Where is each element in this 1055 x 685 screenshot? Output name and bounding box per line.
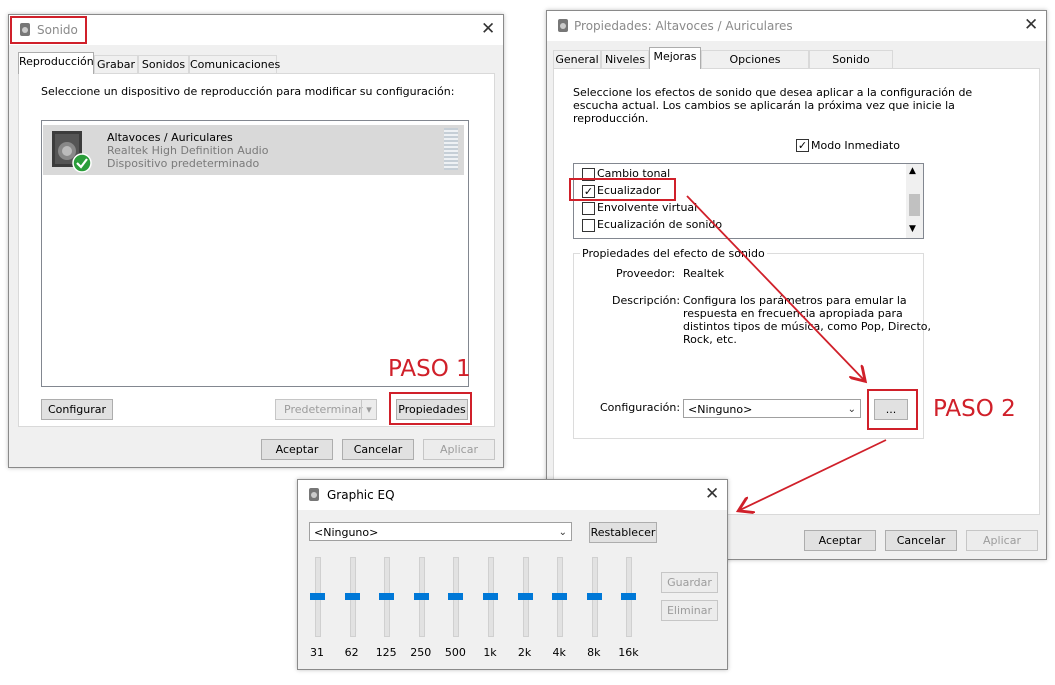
- arrow-to-eq-window: [740, 439, 887, 510]
- tab-label: Reproducción: [19, 55, 94, 68]
- arrow-to-eq-button: [686, 195, 864, 380]
- tab-reproduccion[interactable]: Reproducción: [18, 52, 94, 74]
- tab-mejoras[interactable]: Mejoras: [649, 47, 701, 69]
- annotation-arrows: [686, 195, 887, 685]
- tab-label: Mejoras: [653, 50, 697, 63]
